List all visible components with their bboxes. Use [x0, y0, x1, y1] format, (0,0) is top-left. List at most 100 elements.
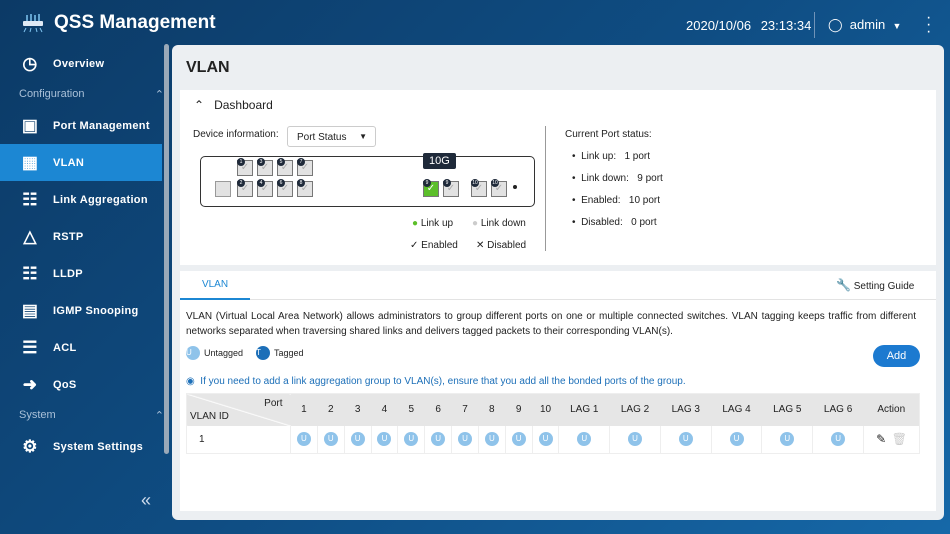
vlan-card: VLAN 🔧 Setting Guide VLAN (Virtual Local…: [180, 271, 936, 511]
section-system[interactable]: System ⌃: [19, 409, 164, 422]
tab-vlan[interactable]: VLAN: [180, 279, 250, 300]
sidebar-item-label: IGMP Snooping: [53, 304, 139, 317]
section-label: Configuration: [19, 88, 85, 100]
sidebar-item-label: Overview: [53, 57, 105, 70]
port-cell: U: [609, 425, 661, 454]
legend-label: Tagged: [274, 348, 304, 358]
lldp-icon: ☷: [22, 263, 38, 283]
header-divider: [814, 12, 815, 38]
switch-port[interactable]: ✓ 10: [471, 179, 487, 197]
setting-guide-link[interactable]: 🔧 Setting Guide: [836, 278, 914, 292]
status-led: [513, 185, 517, 189]
divider: [545, 126, 546, 251]
select-value: Port Status: [297, 132, 347, 143]
port-number: 1: [237, 158, 245, 166]
info-note: ◉ If you need to add a link aggregation …: [186, 376, 686, 387]
sidebar-item-label: RSTP: [53, 230, 84, 243]
sidebar-item-qos[interactable]: ➜ QoS: [0, 366, 162, 403]
untagged-badge: U: [404, 432, 419, 447]
status-label: Link down:: [581, 173, 629, 184]
port-number: 5: [277, 158, 285, 166]
legend-label: Untagged: [204, 348, 244, 358]
sidebar-item-label: System Settings: [53, 440, 144, 453]
check-icon: ✓: [410, 240, 419, 251]
port-number: 3: [257, 158, 265, 166]
user-menu[interactable]: ◯ admin ▼: [828, 17, 901, 33]
column-header: 7: [451, 393, 479, 426]
table-row: 1 U U U U U U U U U U U U U U U U ✎ 🗑: [186, 425, 920, 454]
port-cell: U: [558, 425, 611, 454]
qos-icon: ➜: [22, 374, 38, 394]
untagged-badge: U: [350, 432, 365, 447]
status-value: 9 port: [637, 173, 663, 184]
column-header: 3: [344, 393, 372, 426]
dashboard-toggle[interactable]: ⌃ Dashboard: [194, 98, 273, 112]
port-status-item: • Link down: 9 port: [572, 173, 663, 184]
untagged-badge: U: [431, 432, 446, 447]
untagged-badge: U: [729, 432, 744, 447]
legend-label: Disabled: [487, 240, 527, 251]
port-cell: U: [397, 425, 426, 454]
untagged-badge: U: [323, 432, 338, 447]
main-panel: VLAN ⌃ Dashboard Device information: Por…: [172, 45, 944, 520]
page-title: VLAN: [186, 59, 230, 76]
port-cell: U: [660, 425, 712, 454]
rstp-icon: △: [23, 226, 37, 246]
sidebar-item-port-management[interactable]: ▣ Port Management: [0, 107, 162, 144]
switch-port[interactable]: ✓ 3: [257, 158, 273, 176]
port-cell: U: [478, 425, 506, 454]
switch-port[interactable]: ✓ 4: [257, 179, 273, 197]
switch-port[interactable]: ✓ 5: [277, 158, 293, 176]
switch-port[interactable]: ✓ 6: [277, 179, 293, 197]
switch-port[interactable]: ✓ 2: [237, 179, 253, 197]
switch-port[interactable]: ✓ 9: [423, 179, 439, 197]
sidebar-item-vlan[interactable]: ▦ VLAN: [0, 144, 162, 181]
vlan-icon: ▦: [21, 152, 39, 172]
switch-port[interactable]: ✓ 8: [297, 179, 313, 197]
column-header: 9: [505, 393, 533, 426]
dashboard-title: Dashboard: [214, 98, 273, 112]
switch-port[interactable]: ✓ 9: [443, 179, 459, 197]
info-pin-icon: ◉: [186, 376, 195, 387]
wrench-icon: 🔧: [836, 278, 851, 292]
port-cell: U: [344, 425, 372, 454]
sidebar-item-overview[interactable]: ◷ Overview: [0, 45, 162, 82]
tagged-icon: T: [256, 346, 270, 360]
section-label: System: [19, 409, 56, 421]
untagged-badge: U: [296, 432, 311, 447]
sidebar-item-lldp[interactable]: ☷ LLDP: [0, 255, 162, 292]
untagged-badge: U: [457, 432, 472, 447]
port-cell: U: [505, 425, 533, 454]
port-cell: U: [317, 425, 345, 454]
untagged-badge: U: [377, 432, 392, 447]
legend-untagged: U Untagged: [186, 346, 243, 360]
switch-port[interactable]: ✓ 1: [237, 158, 253, 176]
sidebar: ◷ Overview Configuration ⌃ ▣ Port Managemen…: [0, 45, 170, 534]
trash-icon[interactable]: 🗑: [892, 432, 907, 446]
switch-port[interactable]: ✓ 7: [297, 158, 313, 176]
bullet: •: [572, 173, 576, 184]
column-header: LAG 1: [558, 393, 610, 426]
sidebar-item-link-aggregation[interactable]: ☷ Link Aggregation: [0, 181, 162, 218]
legend-label: Enabled: [421, 240, 458, 251]
more-menu-icon[interactable]: · · ·: [926, 10, 931, 40]
sidebar-item-system-settings[interactable]: ⚙ System Settings: [0, 428, 162, 465]
port-number: 2: [237, 179, 245, 187]
untagged-badge: U: [538, 432, 553, 447]
device-info-select[interactable]: Port Status ▼: [287, 126, 376, 147]
gray-dot-icon: ●: [472, 218, 479, 229]
collapse-sidebar-icon[interactable]: «: [141, 490, 151, 511]
sidebar-item-igmp-snooping[interactable]: ▤ IGMP Snooping: [0, 292, 162, 329]
status-label: Enabled:: [581, 195, 621, 206]
untagged-badge: U: [577, 432, 592, 447]
sidebar-scrollbar[interactable]: [164, 44, 169, 454]
legend-label: Link up: [420, 218, 454, 229]
link-aggregation-icon: ☷: [22, 189, 38, 209]
sidebar-item-rstp[interactable]: △ RSTP: [0, 218, 162, 255]
datetime: 2020/10/06 23:13:34: [686, 18, 811, 33]
section-configuration[interactable]: Configuration ⌃: [19, 88, 164, 101]
add-button[interactable]: Add: [873, 345, 920, 367]
switch-port[interactable]: ✓ 10: [491, 179, 507, 197]
sidebar-item-acl[interactable]: ☰ ACL: [0, 329, 162, 366]
edit-icon[interactable]: ✎: [876, 432, 886, 446]
